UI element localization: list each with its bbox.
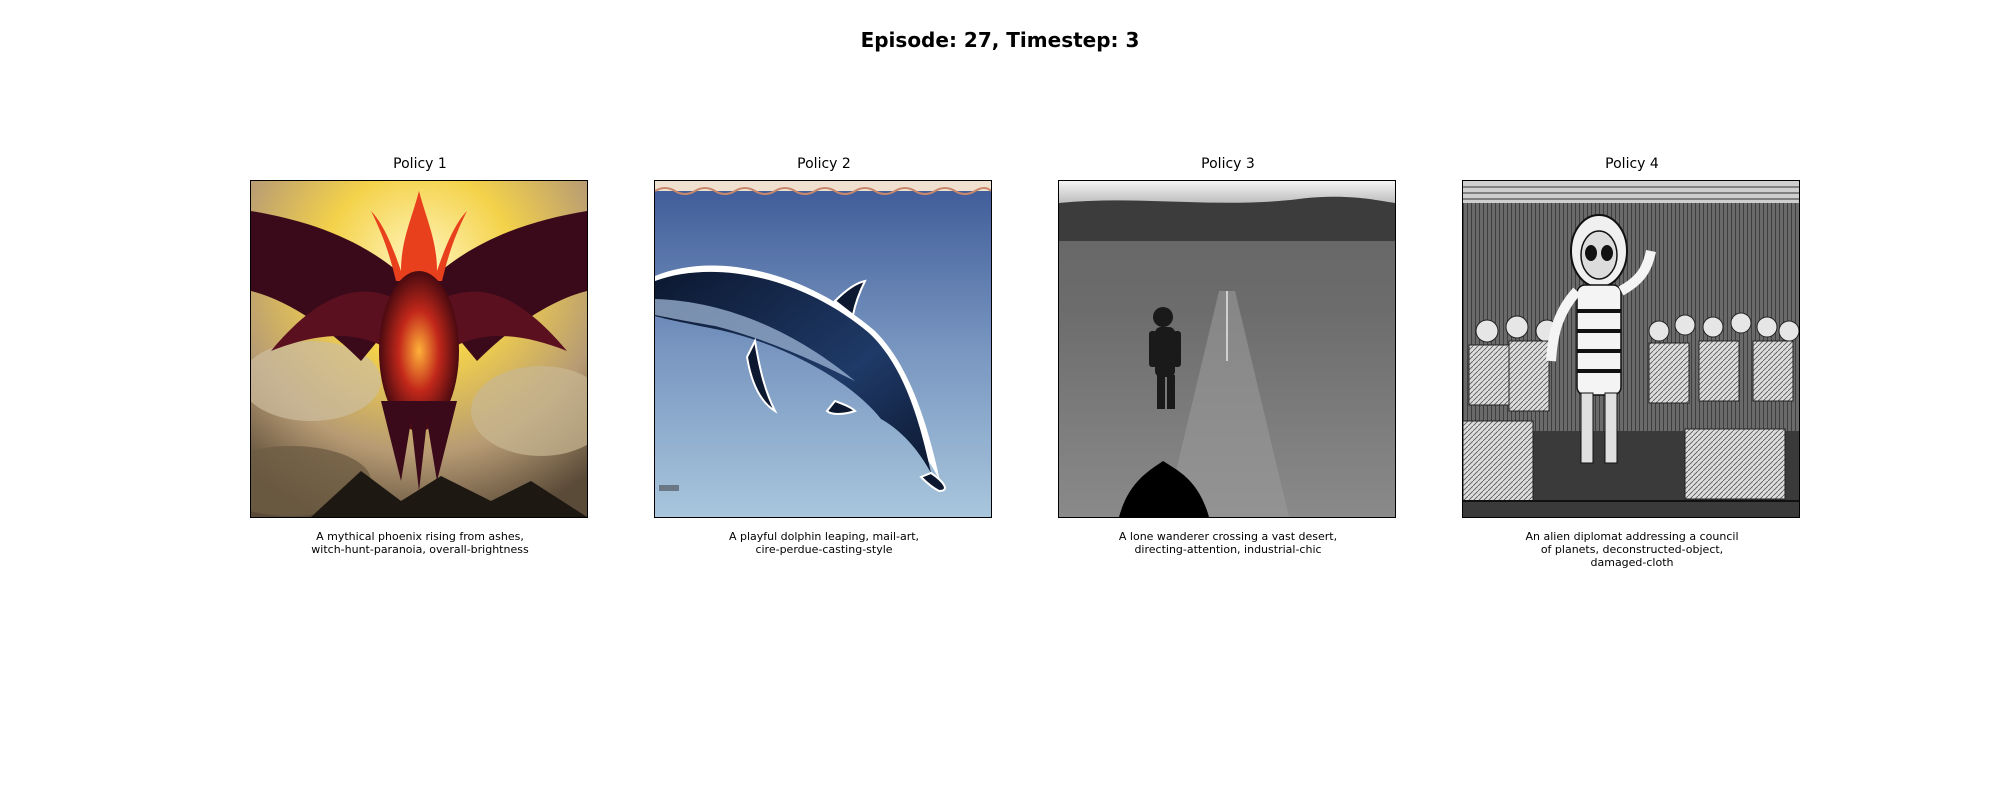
policy-panel-2: Policy 2 A playful dolphin leaping, mail… xyxy=(654,154,994,556)
policy-panel-4: Policy 4 An alien diplomat addressing a … xyxy=(1462,154,1802,569)
dolphin-image xyxy=(654,180,992,518)
panel-caption: A playful dolphin leaping, mail-art, cir… xyxy=(728,530,920,556)
figure-title: Episode: 27, Timestep: 3 xyxy=(860,28,1140,52)
policy-panel-1: Policy 1 A mythical phoenix rising from … xyxy=(250,154,590,556)
phoenix-image xyxy=(250,180,588,518)
panel-title: Policy 1 xyxy=(393,156,447,172)
panel-title: Policy 4 xyxy=(1605,156,1659,172)
policy-panel-3: Policy 3 A lone wanderer crossing a vast… xyxy=(1058,154,1398,556)
panel-caption: A mythical phoenix rising from ashes, wi… xyxy=(311,530,529,556)
panel-title: Policy 2 xyxy=(797,156,851,172)
panel-title: Policy 3 xyxy=(1201,156,1255,172)
panel-caption: An alien diplomat addressing a council o… xyxy=(1525,530,1739,569)
panel-caption: A lone wanderer crossing a vast desert, … xyxy=(1118,530,1338,556)
alien-diplomat-image xyxy=(1462,180,1800,518)
wanderer-image xyxy=(1058,180,1396,518)
